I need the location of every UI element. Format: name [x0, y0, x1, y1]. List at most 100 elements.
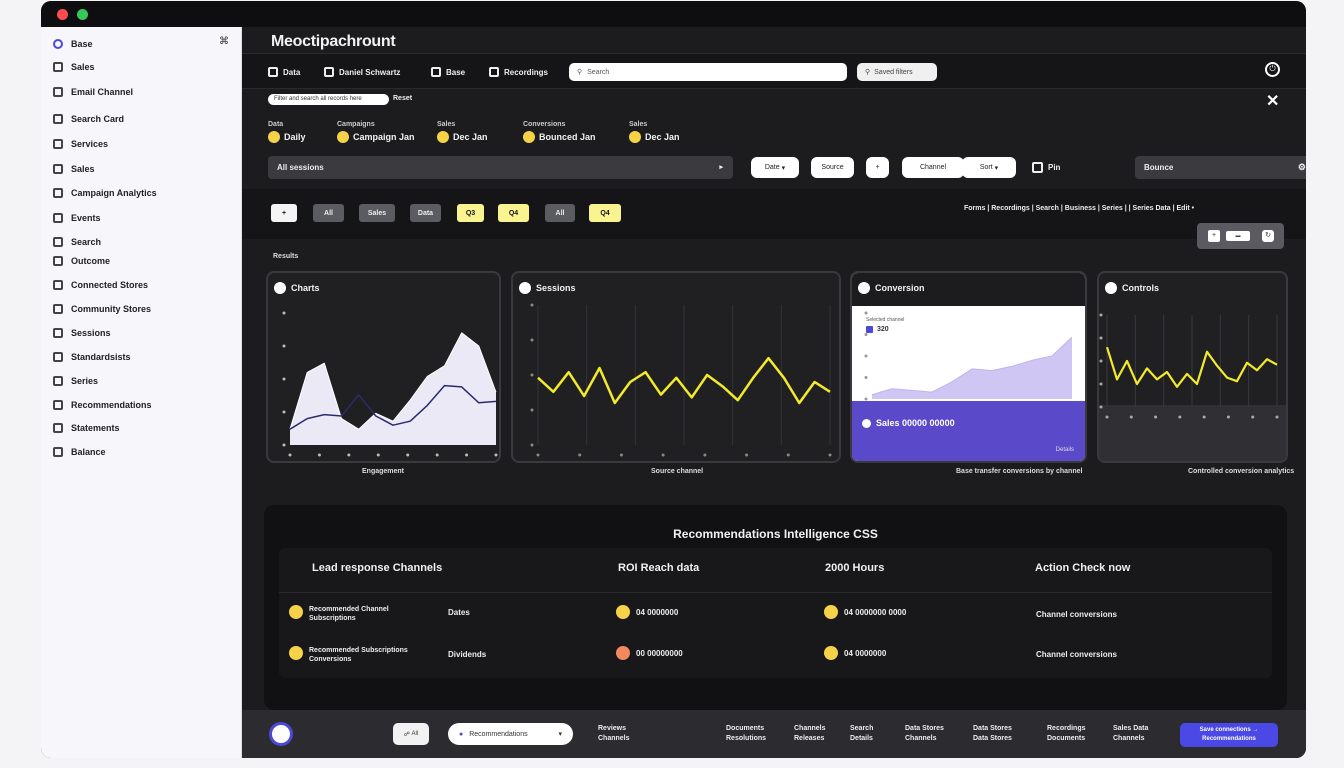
sidebar-item[interactable]: Events: [53, 210, 101, 226]
sessions-dropdown[interactable]: All sessions ▸: [268, 156, 733, 179]
sidebar-item-label: Sessions: [71, 328, 111, 338]
chevron-down-icon: ▾: [781, 164, 786, 172]
stat-item[interactable]: Conversions Bounced Jan: [523, 121, 596, 143]
footer-link[interactable]: Search Details: [850, 724, 873, 744]
table-cell: 04 0000000: [616, 605, 678, 619]
footer-link-line2: Details: [850, 735, 873, 742]
status-icon: [289, 605, 303, 619]
save-connections-button[interactable]: Save connections → Recommendations: [1180, 723, 1278, 747]
all-chip[interactable]: ☍ All: [393, 723, 429, 745]
x-tick: [1202, 415, 1206, 419]
footer-link[interactable]: Documents Resolutions: [726, 724, 766, 744]
power-icon[interactable]: ⏻: [1265, 62, 1280, 77]
reset-filter-link[interactable]: Reset: [393, 95, 412, 102]
sessions-line-chart: [530, 303, 832, 457]
sidebar-item[interactable]: Series: [53, 373, 98, 389]
footer-link[interactable]: Reviews Channels: [598, 724, 630, 744]
legend-value-text: 320: [877, 326, 889, 333]
pin-icon[interactable]: ⌘: [219, 36, 229, 47]
source-pill[interactable]: Source: [811, 157, 854, 178]
segment-tab[interactable]: Q4: [589, 204, 621, 222]
sidebar-item-label: Sales: [71, 62, 95, 72]
sidebar-item[interactable]: Statements: [53, 420, 120, 436]
stat-value: Dec Jan: [437, 131, 488, 143]
chart-card-conversion[interactable]: Conversion Selected channel 320 Sales 00…: [850, 271, 1087, 463]
sidebar-item[interactable]: Base: [53, 36, 93, 52]
segment-tab[interactable]: Q3: [457, 204, 484, 222]
y-tick: [864, 333, 868, 336]
sidebar-item[interactable]: Sales: [53, 59, 95, 75]
bounce-dropdown[interactable]: Bounce ⚙: [1135, 156, 1306, 179]
sidebar-item[interactable]: Search Card: [53, 111, 124, 127]
close-icon[interactable]: ✕: [1266, 91, 1279, 111]
channel-pill[interactable]: Channel: [902, 157, 964, 178]
stat-item[interactable]: Campaigns Campaign Jan: [337, 121, 415, 143]
segment-tab[interactable]: Sales: [359, 204, 395, 222]
sidebar-item[interactable]: Community Stores: [53, 301, 151, 317]
nav-links[interactable]: Forms | Recordings | Search | Business |…: [964, 205, 1194, 212]
y-tick: [282, 443, 286, 447]
y-tick: [1099, 405, 1103, 409]
maximize-window-button[interactable]: [77, 9, 88, 20]
home-icon[interactable]: [269, 722, 293, 746]
chart-card-charts[interactable]: Charts: [266, 271, 501, 463]
toolbar-user-button[interactable]: Daniel Schwartz: [324, 65, 400, 79]
chart-card-controls[interactable]: Controls: [1097, 271, 1288, 463]
sidebar-item[interactable]: Campaign Analytics: [53, 185, 157, 201]
view-tools: + ▬ ↻: [1197, 223, 1284, 249]
search-input[interactable]: ⚲ Search: [569, 63, 847, 81]
footer-link[interactable]: Sales Data Channels: [1113, 724, 1148, 744]
active-filter-chip[interactable]: Filter and search all records here: [268, 94, 389, 105]
segment-tab[interactable]: +: [271, 204, 297, 222]
sidebar-item[interactable]: Standardsists: [53, 349, 131, 365]
add-pill[interactable]: +: [866, 157, 889, 178]
segment-tab[interactable]: All: [545, 204, 575, 222]
view-toggle[interactable]: ▬: [1226, 231, 1250, 241]
footer-link[interactable]: Channels Releases: [794, 724, 826, 744]
sidebar-item[interactable]: Recommendations: [53, 397, 152, 413]
footer-link[interactable]: Data Stores Data Stores: [973, 724, 1012, 744]
y-tick: [530, 303, 534, 307]
sidebar-item[interactable]: Outcome: [53, 253, 110, 269]
sort-pill-label: Sort: [979, 164, 993, 171]
sidebar-item[interactable]: Services: [53, 136, 108, 152]
stat-label: Conversions: [523, 121, 566, 128]
x-tick: [536, 453, 540, 457]
sort-pill[interactable]: Sort ▾: [962, 157, 1016, 178]
sidebar-item[interactable]: Search: [53, 234, 101, 250]
sidebar-item[interactable]: Sessions: [53, 325, 111, 341]
segment-tab[interactable]: Q4: [498, 204, 529, 222]
footer-link[interactable]: Recordings Documents: [1047, 724, 1086, 744]
close-window-button[interactable]: [57, 9, 68, 20]
stat-value: Dec Jan: [629, 131, 680, 143]
pin-checkbox[interactable]: Pin: [1032, 162, 1060, 173]
x-tick: [1129, 415, 1133, 419]
details-link[interactable]: Details: [1056, 447, 1074, 453]
action-link[interactable]: Channel conversions: [1036, 610, 1117, 619]
sidebar-item-label: Email Channel: [71, 87, 134, 97]
date-pill[interactable]: Date ▾: [751, 157, 799, 178]
footer-link[interactable]: Data Stores Channels: [905, 724, 944, 744]
table-row[interactable]: Recommended Subscriptions Conversions: [289, 646, 408, 664]
action-link[interactable]: Channel conversions: [1036, 650, 1117, 659]
cta-line2: Recommendations: [1202, 736, 1256, 742]
stat-item[interactable]: Sales Dec Jan: [437, 121, 488, 143]
segment-tab[interactable]: All: [313, 204, 344, 222]
column-header: Lead response Channels: [312, 562, 443, 574]
refresh-icon[interactable]: ↻: [1262, 230, 1274, 242]
add-icon[interactable]: +: [1208, 230, 1220, 242]
sidebar-item[interactable]: Email Channel: [53, 84, 133, 100]
stat-item[interactable]: Data Daily: [268, 121, 306, 143]
sidebar-item[interactable]: Sales: [53, 161, 95, 177]
saved-filters-button[interactable]: ⚲ Saved filters: [857, 63, 937, 81]
sidebar-item[interactable]: Balance: [53, 444, 106, 460]
toolbar-data-button[interactable]: Data: [268, 65, 300, 79]
stat-item[interactable]: Sales Dec Jan: [629, 121, 680, 143]
segment-tab[interactable]: Data: [410, 204, 441, 222]
toolbar-recordings-button[interactable]: Recordings: [489, 65, 548, 79]
recommendations-select[interactable]: ● Recommendations ▾: [448, 723, 573, 745]
sidebar-item[interactable]: Connected Stores: [53, 277, 148, 293]
chart-card-sessions[interactable]: Sessions: [511, 271, 841, 463]
table-row[interactable]: Recommended Channel Subscriptions: [289, 605, 389, 623]
toolbar-base-button[interactable]: Base: [431, 65, 465, 79]
